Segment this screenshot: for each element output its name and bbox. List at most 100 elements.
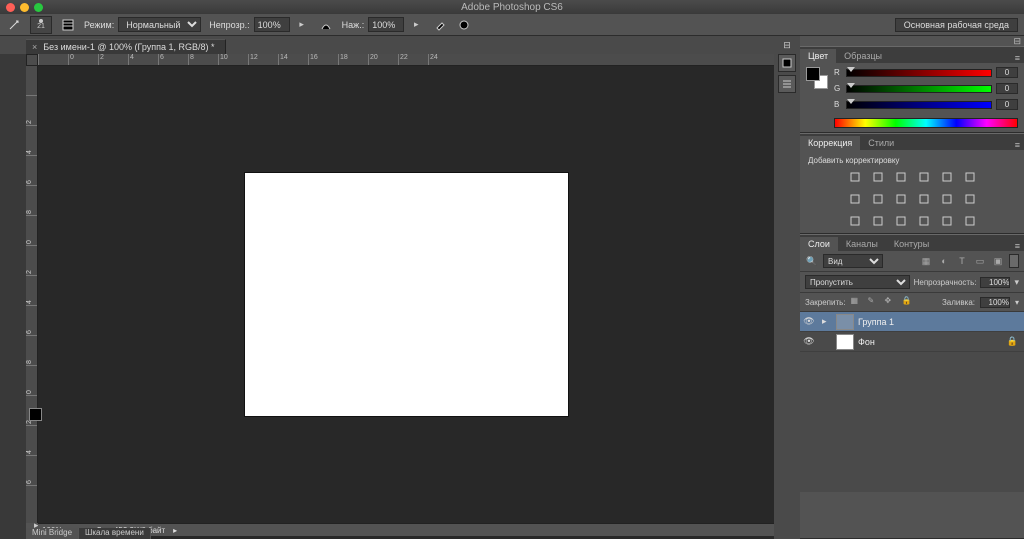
foreground-color[interactable]: [29, 408, 42, 421]
dock-collapse-icon[interactable]: ⊟: [783, 40, 791, 51]
tab-channels[interactable]: Каналы: [838, 237, 886, 251]
lock-position-icon[interactable]: ✥: [885, 296, 897, 308]
adj-bw-icon[interactable]: [847, 191, 863, 207]
flow-input[interactable]: [368, 17, 404, 32]
tab-color[interactable]: Цвет: [800, 49, 836, 63]
brush-preset-picker[interactable]: 21: [30, 16, 52, 34]
mini-bridge-tab[interactable]: Mini Bridge: [26, 528, 79, 539]
layer-opacity-input[interactable]: [980, 277, 1010, 288]
airbrush-icon[interactable]: [432, 17, 448, 33]
adj-brightness-icon[interactable]: [847, 169, 863, 185]
tool-preset-icon[interactable]: [6, 17, 22, 33]
color-panel-menu-icon[interactable]: ≡: [1011, 53, 1024, 63]
adj-curves-icon[interactable]: [893, 169, 909, 185]
filter-shape-icon[interactable]: ▭: [973, 254, 987, 268]
adjustments-panel-menu-icon[interactable]: ≡: [1011, 140, 1024, 150]
layer-row[interactable]: 👁 ▸ Группа 1: [800, 312, 1024, 332]
adj-photo-filter-icon[interactable]: [870, 191, 886, 207]
layer-name[interactable]: Фон: [858, 337, 875, 347]
canvas-viewport[interactable]: [38, 66, 774, 523]
fill-input[interactable]: [980, 297, 1010, 308]
tab-layers[interactable]: Слои: [800, 237, 838, 251]
filter-toggle[interactable]: [1009, 254, 1019, 268]
color-ramp[interactable]: [834, 118, 1018, 128]
search-icon[interactable]: 🔍: [805, 254, 819, 268]
filter-type-icon[interactable]: T: [955, 254, 969, 268]
layer-thumbnail[interactable]: [836, 334, 854, 350]
tab-adjustments[interactable]: Коррекция: [800, 136, 860, 150]
workspace-switcher[interactable]: Основная рабочая среда: [895, 18, 1018, 32]
adj-levels-icon[interactable]: [870, 169, 886, 185]
adj-gradient-icon[interactable]: [939, 213, 955, 229]
document-tab[interactable]: × Без имени-1 @ 100% (Группа 1, RGB/8) *: [26, 39, 226, 54]
zoom-window[interactable]: [34, 3, 43, 12]
close-window[interactable]: [6, 3, 15, 12]
adj-channel-mixer-icon[interactable]: [893, 191, 909, 207]
properties-panel-icon[interactable]: [778, 75, 796, 93]
pressure-size-icon[interactable]: [456, 17, 472, 33]
document-canvas[interactable]: [245, 173, 568, 416]
pressure-opacity-icon[interactable]: [318, 17, 334, 33]
red-slider[interactable]: [846, 69, 992, 77]
blend-row: Пропустить Непрозрачность: ▾: [800, 272, 1024, 293]
green-slider[interactable]: [846, 85, 992, 93]
filter-smart-icon[interactable]: ▣: [991, 254, 1005, 268]
filter-pixel-icon[interactable]: ▦: [919, 254, 933, 268]
close-tab-icon[interactable]: ×: [32, 42, 37, 52]
adj-pattern-icon[interactable]: [962, 213, 978, 229]
lock-pixels-icon[interactable]: ✎: [868, 296, 880, 308]
panel-color-swatches[interactable]: [806, 67, 828, 89]
visibility-icon[interactable]: 👁: [800, 312, 818, 331]
layer-row[interactable]: 👁Фон🔒: [800, 332, 1024, 352]
flow-scrub-icon[interactable]: ▸: [408, 17, 424, 33]
tab-paths[interactable]: Контуры: [886, 237, 937, 251]
tab-styles[interactable]: Стили: [860, 136, 902, 150]
blend-mode-select[interactable]: Пропустить: [805, 275, 910, 289]
visibility-icon[interactable]: 👁: [800, 332, 818, 351]
opacity-chevron-icon[interactable]: ▾: [1014, 277, 1019, 288]
blue-value[interactable]: [996, 99, 1018, 110]
layer-filter-row: 🔍 Вид ▦ ◐ T ▭ ▣: [800, 251, 1024, 272]
panels-collapse-icon[interactable]: ⊟: [800, 36, 1024, 46]
layer-name[interactable]: Группа 1: [858, 317, 894, 327]
status-arrow-icon[interactable]: ▸: [173, 526, 177, 535]
document-tab-label: Без имени-1 @ 100% (Группа 1, RGB/8) *: [43, 42, 214, 52]
red-value[interactable]: [996, 67, 1018, 78]
lock-all-icon[interactable]: 🔒: [902, 296, 914, 308]
opacity-scrub-icon[interactable]: ▸: [294, 17, 310, 33]
work-area: × Без имени-1 @ 100% (Группа 1, RGB/8) *: [0, 36, 1024, 539]
history-panel-icon[interactable]: [778, 54, 796, 72]
adj-lookup-icon[interactable]: [916, 191, 932, 207]
adj-exposure-icon[interactable]: [916, 169, 932, 185]
adj-selective-icon[interactable]: [893, 213, 909, 229]
adj-posterize-icon[interactable]: [962, 191, 978, 207]
green-value[interactable]: [996, 83, 1018, 94]
layers-panel-menu-icon[interactable]: ≡: [1011, 241, 1024, 251]
minimize-window[interactable]: [20, 3, 29, 12]
horizontal-ruler[interactable]: 024681012141618202224: [38, 54, 774, 66]
brush-panel-icon[interactable]: [60, 17, 76, 33]
ruler-origin[interactable]: [26, 54, 38, 66]
adj-hue-icon[interactable]: [962, 169, 978, 185]
tab-swatches[interactable]: Образцы: [836, 49, 890, 63]
vertical-ruler[interactable]: 2468024680246: [26, 66, 38, 523]
layer-thumbnail[interactable]: [836, 314, 854, 330]
blue-slider[interactable]: [846, 101, 992, 109]
disclosure-icon[interactable]: ▸: [822, 316, 832, 327]
lock-label: Закрепить:: [805, 298, 846, 307]
adj-invert-icon[interactable]: [939, 191, 955, 207]
fill-chevron-icon[interactable]: ▾: [1015, 298, 1019, 307]
adj-gradient-map-icon[interactable]: [870, 213, 886, 229]
g-label: G: [834, 84, 842, 93]
adj-vibrance-icon[interactable]: [939, 169, 955, 185]
filter-adjust-icon[interactable]: ◐: [937, 254, 951, 268]
lock-transparent-icon[interactable]: ▦: [851, 296, 863, 308]
adj-solid-icon[interactable]: [916, 213, 932, 229]
layer-filter-select[interactable]: Вид: [823, 254, 883, 268]
timeline-tab[interactable]: Шкала времени: [79, 528, 151, 539]
panel-foreground[interactable]: [806, 67, 820, 81]
adj-threshold-icon[interactable]: [847, 213, 863, 229]
opacity-input[interactable]: [254, 17, 290, 32]
blue-slider-row: B: [834, 99, 1018, 110]
mode-select[interactable]: Нормальный: [118, 17, 201, 32]
